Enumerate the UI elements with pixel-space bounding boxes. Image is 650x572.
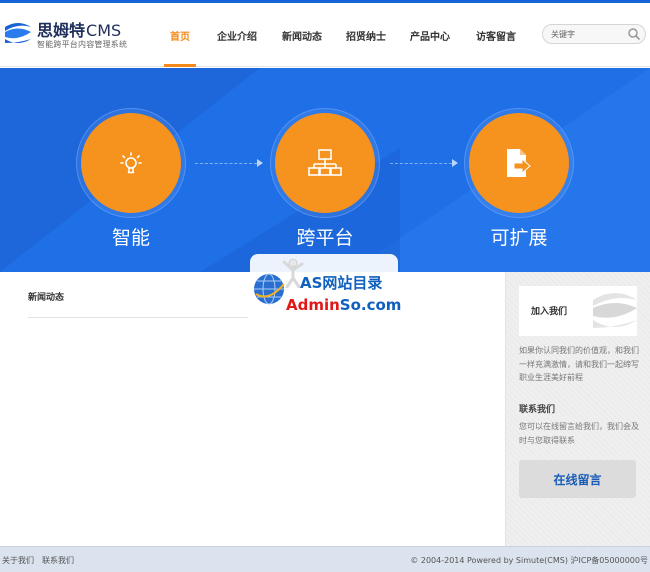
globe-icon	[254, 273, 285, 305]
sidebar: 加入我们 如果你认同我们的价值观，和我们一样充满激情，请和我们一起缔写职业生涯美…	[505, 272, 650, 546]
feature-label: 智能	[111, 227, 150, 249]
arrow-icon	[452, 159, 458, 167]
site-header: 思姆特CMS 智能跨平台内容管理系统 首页 企业介绍 新闻动态 招贤纳士 产品中…	[0, 3, 650, 67]
connector-line	[195, 163, 257, 164]
feature-circle	[275, 113, 375, 213]
footer-links: 关于我们 联系我们	[2, 555, 74, 566]
site-footer: 关于我们 联系我们 © 2004-2014 Powered by Simute(…	[0, 546, 650, 572]
site-logo[interactable]: 思姆特CMS 智能跨平台内容管理系统	[3, 17, 133, 57]
feature-circle	[81, 113, 181, 213]
logo-subtitle: 智能跨平台内容管理系统	[37, 40, 128, 49]
search-icon[interactable]	[627, 27, 641, 41]
decorative-logo-icon	[593, 293, 637, 328]
feature-circle	[469, 113, 569, 213]
news-section: 新闻动态	[28, 290, 248, 318]
nav-home[interactable]: 首页	[156, 3, 204, 67]
nav-company-intro[interactable]: 企业介绍	[204, 3, 270, 67]
news-section-title: 新闻动态	[28, 290, 248, 318]
search-input[interactable]	[551, 27, 623, 41]
online-message-button[interactable]: 在线留言	[519, 460, 636, 498]
logo-title: 思姆特CMS	[37, 21, 122, 40]
main-nav: 首页 企业介绍 新闻动态 招贤纳士 产品中心 访客留言	[156, 3, 530, 67]
feature-label: 可扩展	[490, 227, 548, 249]
feature-label: 跨平台	[296, 227, 354, 249]
footer-link-about[interactable]: 关于我们	[2, 555, 34, 566]
watermark-logo: AS网站目录 AdminSo.com	[250, 254, 402, 316]
search-box	[542, 24, 646, 44]
join-us-title: 加入我们	[531, 307, 568, 317]
nav-products[interactable]: 产品中心	[398, 3, 462, 67]
copyright-text: © 2004-2014 Powered by Simute(CMS) 沪ICP备…	[410, 556, 648, 565]
extension-icon	[507, 149, 531, 177]
contact-us-text: 您可以在线留言给我们，我们会及时与您取得联系	[519, 422, 639, 445]
nav-guestbook[interactable]: 访客留言	[462, 3, 530, 67]
logo-mark-icon	[5, 23, 31, 43]
arrow-icon	[257, 159, 263, 167]
hero-banner: 智能 跨平台 可扩展	[0, 68, 650, 272]
network-icon	[308, 149, 342, 176]
nav-news[interactable]: 新闻动态	[270, 3, 334, 67]
join-us-text: 如果你认同我们的价值观，和我们一样充满激情，请和我们一起缔写职业生涯美好前程	[519, 346, 639, 382]
contact-us-title: 联系我们	[519, 405, 556, 415]
footer-link-contact[interactable]: 联系我们	[42, 555, 74, 566]
nav-careers[interactable]: 招贤纳士	[334, 3, 398, 67]
lightbulb-icon	[120, 152, 142, 174]
join-us-card: 加入我们	[519, 286, 637, 336]
watermark-title: AS网站目录	[300, 274, 383, 292]
connector-line	[390, 163, 452, 164]
watermark-domain: AdminSo.com	[286, 296, 402, 314]
